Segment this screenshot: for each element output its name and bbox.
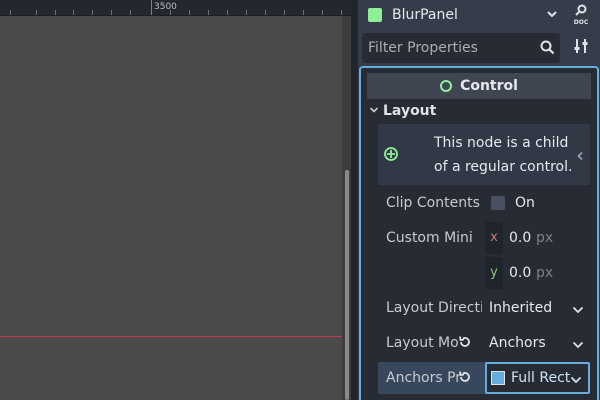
custom-min-x-field[interactable]: x 0.0 px [485, 222, 590, 254]
category-title: Control [460, 78, 518, 94]
filter-row [358, 33, 600, 63]
filter-properties-input[interactable] [362, 33, 560, 63]
layout-mode-dropdown[interactable]: Anchors [485, 327, 590, 359]
top-ruler: 3500 [0, 0, 351, 16]
layout-direction-dropdown[interactable]: Inherited [485, 292, 590, 324]
property-anchors-preset: Anchors Pr Full Rect [378, 362, 590, 394]
checkbox-label: On [515, 195, 535, 211]
full-rect-anchor-icon [491, 371, 505, 385]
x-value: 0.0 [509, 230, 532, 246]
revert-icon[interactable] [458, 335, 472, 353]
clip-contents-checkbox[interactable]: On [485, 187, 590, 219]
property-layout-mode: Layout Mo Anchors [378, 327, 590, 359]
chevron-down-icon [369, 103, 379, 119]
chevron-down-icon [546, 8, 558, 24]
section-header-layout[interactable]: Layout [367, 100, 591, 122]
category-header-control[interactable]: Control [367, 73, 591, 99]
canvas-viewport[interactable]: 3500 [0, 0, 351, 400]
property-clip-contents: Clip Contents On [378, 187, 590, 219]
property-panel: Control Layout This node is a child of a… [359, 66, 599, 400]
info-box: This node is a child of a regular contro… [378, 124, 590, 185]
guide-line[interactable] [0, 336, 351, 337]
control-node-icon [440, 80, 453, 92]
anchors-preset-dropdown[interactable]: Full Rect [485, 362, 590, 394]
open-docs-button[interactable]: DOC [566, 1, 596, 29]
section-title: Layout [383, 103, 437, 119]
dropdown-value: Inherited [489, 300, 553, 316]
dropdown-value: Anchors [489, 335, 546, 351]
node-info-icon [383, 146, 399, 166]
node-row: BlurPanel DOC [358, 0, 600, 30]
panel-node-icon [368, 8, 382, 22]
inspector-panel: BlurPanel DOC Control [358, 0, 600, 400]
property-label: Custom Mini [386, 230, 473, 246]
search-icon [540, 40, 555, 59]
custom-min-size-editor: x 0.0 px y 0.0 px [485, 222, 590, 290]
chevron-down-icon [570, 373, 582, 389]
info-text: This node is a child of a regular contro… [434, 135, 573, 175]
checkbox-box [491, 196, 505, 210]
node-name: BlurPanel [392, 7, 458, 23]
dropdown-value: Full Rect [511, 370, 571, 386]
x-unit: px [536, 230, 554, 246]
viewport-scrollbar-thumb[interactable] [345, 170, 349, 400]
panel-splitter[interactable] [351, 0, 358, 400]
y-unit: px [536, 265, 554, 281]
chevron-left-icon[interactable] [576, 149, 584, 165]
node-picker-button[interactable]: BlurPanel [362, 1, 562, 29]
property-label: Layout Directi [386, 300, 482, 316]
property-custom-min-size: Custom Mini x 0.0 px y 0.0 px [378, 222, 590, 290]
custom-min-y-field[interactable]: y 0.0 px [485, 257, 590, 289]
ruler-label: 3500 [154, 2, 177, 12]
chevron-down-icon [572, 338, 584, 354]
property-tools-button[interactable] [566, 34, 596, 62]
y-axis-label: y [485, 257, 503, 289]
doc-label: DOC [573, 19, 589, 26]
chevron-down-icon [572, 303, 584, 319]
property-layout-direction: Layout Directi Inherited [378, 292, 590, 324]
x-axis-label: x [485, 222, 503, 254]
sliders-icon [573, 38, 589, 58]
revert-icon[interactable] [458, 370, 472, 388]
doc-search-icon [574, 4, 588, 20]
property-label: Clip Contents [386, 195, 480, 211]
y-value: 0.0 [509, 265, 532, 281]
